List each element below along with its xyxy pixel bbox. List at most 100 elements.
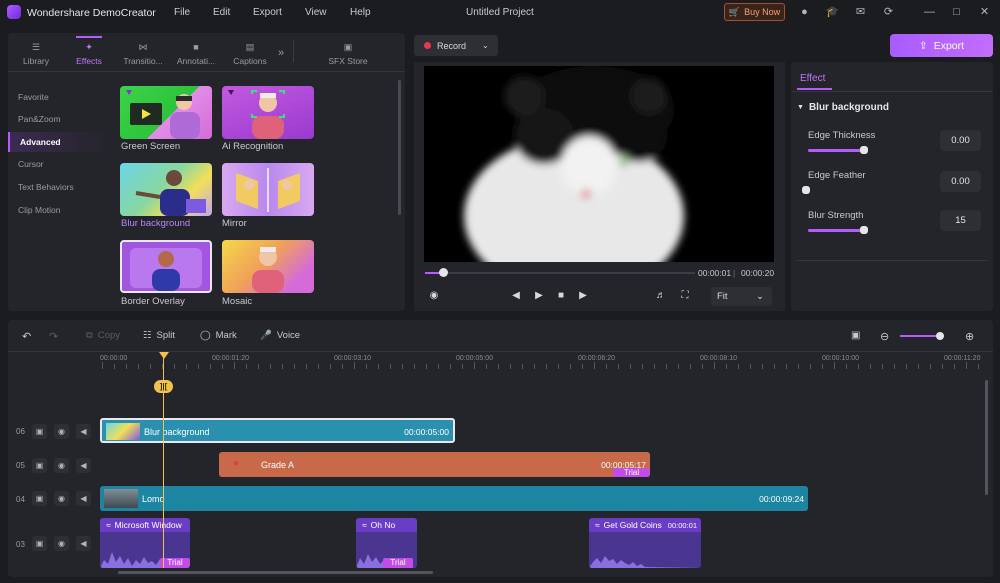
edge-feather-value[interactable]: 0.00 <box>940 171 981 192</box>
maximize-icon[interactable]: □ <box>949 5 964 20</box>
mark-button[interactable]: ◯ Mark <box>200 330 237 341</box>
lock-icon[interactable]: ▣ <box>32 424 47 439</box>
speaker-icon[interactable]: ◀ <box>76 458 91 473</box>
tab-effect[interactable]: Effect <box>800 73 825 84</box>
category-pan-zoom[interactable]: Pan&Zoom <box>8 109 108 129</box>
playback-progress-handle[interactable] <box>439 268 448 277</box>
speaker-icon[interactable]: ◀ <box>76 536 91 551</box>
graduation-cap-icon[interactable]: 🎓 <box>825 5 840 20</box>
effect-thumb-mirror[interactable] <box>222 163 314 216</box>
ruler-tick <box>486 364 487 369</box>
clip-label: Get Gold Coins <box>603 520 662 530</box>
library-scrollbar[interactable] <box>398 80 401 215</box>
copy-button[interactable]: ⧉ Copy <box>86 330 120 341</box>
account-icon[interactable]: ● <box>797 5 812 20</box>
menu-export[interactable]: Export <box>253 7 282 18</box>
edge-thickness-handle[interactable] <box>860 146 868 154</box>
minimize-icon[interactable]: — <box>922 5 937 20</box>
play-icon[interactable]: ▶ <box>532 289 546 303</box>
edge-feather-handle[interactable] <box>802 186 810 194</box>
voice-button[interactable]: 🎤 Voice <box>260 330 300 341</box>
lock-icon[interactable]: ▣ <box>32 491 47 506</box>
volume-icon[interactable]: ♬ <box>654 289 668 303</box>
step-back-icon[interactable]: ◀ <box>509 289 523 303</box>
timeline-vertical-scrollbar[interactable] <box>985 380 988 495</box>
tab-effects[interactable]: ✦ Effects <box>68 35 110 73</box>
effect-thumb-mosaic[interactable] <box>222 240 314 293</box>
effect-thumb-green-screen[interactable] <box>120 86 212 139</box>
blur-strength-value[interactable]: 15 <box>940 210 981 231</box>
undo-icon[interactable]: ↶ <box>22 330 31 343</box>
playback-progress-track[interactable] <box>425 272 695 274</box>
zoom-out-icon[interactable]: ⊖ <box>880 330 889 343</box>
clip-duration: 00:00:01 <box>667 520 697 530</box>
snapshot-camera-icon[interactable]: ◉ <box>427 289 441 303</box>
audio-clip-get-gold-coins[interactable]: ≈ Get Gold Coins 00:00:01 <box>589 518 701 568</box>
ruler-label: 00:00:08:10 <box>700 355 737 362</box>
current-time: 00:00:01 <box>698 268 732 278</box>
edge-thickness-value[interactable]: 0.00 <box>940 130 981 151</box>
clip-blur-background[interactable]: Blur background 00:00:05:00 <box>100 418 455 443</box>
lock-icon[interactable]: ▣ <box>32 458 47 473</box>
tab-transitions[interactable]: ⋈ Transitio... <box>120 35 166 73</box>
filter-icon: ● <box>233 458 240 469</box>
stop-icon[interactable]: ■ <box>554 289 568 303</box>
close-icon[interactable]: ✕ <box>977 5 992 20</box>
category-text-behaviors[interactable]: Text Behaviors <box>8 177 108 197</box>
clip-lomo[interactable]: Lomo 00:00:09:24 <box>100 486 808 511</box>
fullscreen-icon[interactable]: ⛶ <box>678 289 692 303</box>
ruler-tick <box>390 364 391 369</box>
timeline-zoom-handle[interactable] <box>936 332 944 340</box>
trial-badge: Trial <box>160 558 190 568</box>
zoom-fit-select[interactable]: Fit ⌄ <box>711 287 772 306</box>
eye-icon[interactable]: ◉ <box>54 491 69 506</box>
blur-strength-slider[interactable] <box>808 229 868 232</box>
category-favorite[interactable]: Favorite <box>8 87 108 107</box>
tab-sfx-store[interactable]: ▣ SFX Store <box>298 35 398 73</box>
audio-clip-microsoft-window[interactable]: ≈ Microsoft Window Trial <box>100 518 190 568</box>
tab-annotations[interactable]: ■ Annotati... <box>173 35 219 73</box>
menu-view[interactable]: View <box>305 7 327 18</box>
category-advanced[interactable]: Advanced <box>8 132 108 152</box>
effect-thumb-border-overlay[interactable] <box>120 240 212 293</box>
menu-help[interactable]: Help <box>350 7 371 18</box>
export-button[interactable]: ⇪ Export <box>890 34 993 57</box>
effect-thumb-blur-background[interactable] <box>120 163 212 216</box>
step-forward-icon[interactable]: ▶ <box>576 289 590 303</box>
playhead-handle[interactable] <box>159 352 169 359</box>
mail-icon[interactable]: ✉ <box>853 5 868 20</box>
playhead-split-marker[interactable]: ]|[ <box>154 380 173 393</box>
active-tab-indicator <box>76 36 102 38</box>
zoom-in-icon[interactable]: ⊕ <box>965 330 974 343</box>
eye-icon[interactable]: ◉ <box>54 424 69 439</box>
tabs-more-chevron-icon[interactable]: » <box>278 47 284 59</box>
record-button[interactable]: Record ⌄ <box>414 35 498 56</box>
fit-timeline-icon[interactable]: ▣ <box>851 330 860 341</box>
ruler-tick <box>174 364 175 369</box>
edge-thickness-slider[interactable] <box>808 149 868 152</box>
category-cursor[interactable]: Cursor <box>8 154 108 174</box>
menu-file[interactable]: File <box>174 7 190 18</box>
ruler-tick <box>318 364 319 369</box>
split-button[interactable]: ☷ Split <box>143 330 175 341</box>
buy-now-button[interactable]: 🛒 Buy Now <box>724 3 785 21</box>
lock-icon[interactable]: ▣ <box>32 536 47 551</box>
redo-icon[interactable]: ↷ <box>49 330 58 343</box>
eye-icon[interactable]: ◉ <box>54 536 69 551</box>
eye-icon[interactable]: ◉ <box>54 458 69 473</box>
category-clip-motion[interactable]: Clip Motion <box>8 200 108 220</box>
clip-grade-a[interactable]: ● Grade A 00:00:05:17 Trial <box>219 452 650 477</box>
edge-feather-slider[interactable] <box>808 189 868 192</box>
effect-thumb-ai-recognition[interactable] <box>222 86 314 139</box>
blur-strength-handle[interactable] <box>860 226 868 234</box>
tab-captions[interactable]: ▤ Captions <box>228 35 272 73</box>
section-blur-background[interactable]: ▼ Blur background <box>797 102 889 113</box>
tab-library[interactable]: ☰ Library <box>16 35 56 73</box>
sync-icon[interactable]: ⟳ <box>881 5 896 20</box>
timeline-horizontal-scrollbar[interactable] <box>118 571 433 574</box>
speaker-icon[interactable]: ◀ <box>76 424 91 439</box>
speaker-icon[interactable]: ◀ <box>76 491 91 506</box>
copy-label: Copy <box>97 330 120 341</box>
menu-edit[interactable]: Edit <box>213 7 230 18</box>
audio-clip-oh-no[interactable]: ≈ Oh No Trial <box>356 518 417 568</box>
